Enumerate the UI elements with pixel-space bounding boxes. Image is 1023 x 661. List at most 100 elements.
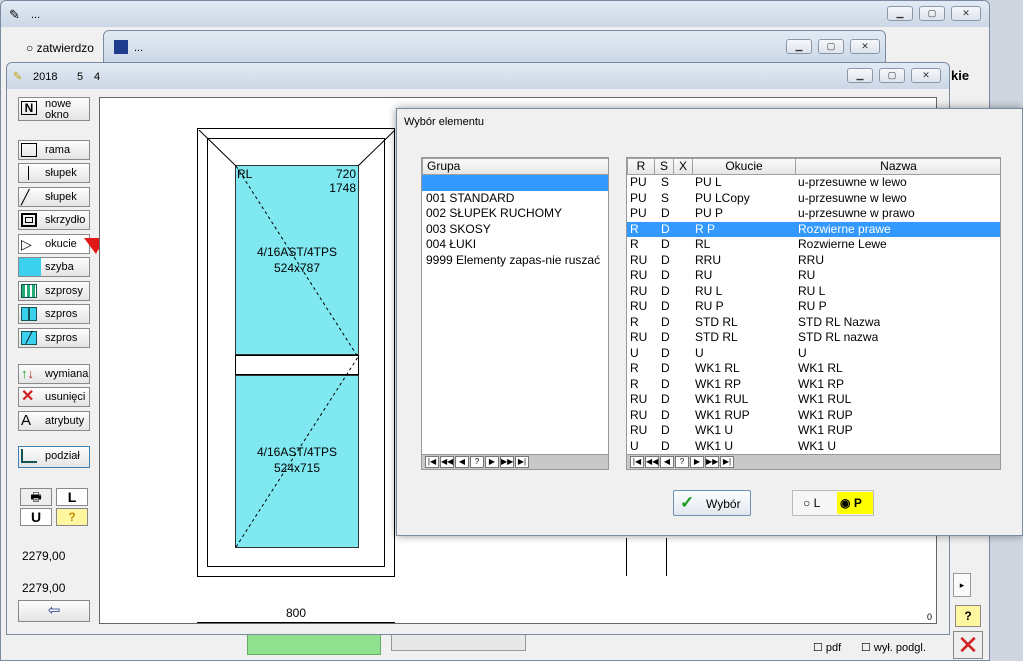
radio-l[interactable]: ○ L: [803, 496, 820, 510]
cell-r: R: [630, 314, 639, 329]
cell-s: D: [661, 345, 670, 360]
col-x-header[interactable]: X: [673, 158, 693, 175]
cell-nazwa: WK1 RUP: [798, 407, 853, 422]
table-row[interactable]: RU D STD RL STD RL nazwa: [627, 330, 1000, 346]
cell-r: PU: [630, 175, 647, 189]
cell-r: PU: [630, 190, 647, 205]
table-row[interactable]: R D WK1 RP WK1 RP: [627, 377, 1000, 393]
checkmark-icon: ✓: [680, 493, 695, 512]
cell-nazwa: RRU: [798, 252, 824, 267]
nav-button[interactable]: ◀◀: [440, 456, 454, 468]
cell-nazwa: WK1 U: [798, 438, 837, 453]
cell-s: D: [661, 392, 670, 406]
table-row[interactable]: RU D RU P RU P: [627, 299, 1000, 315]
nav-button[interactable]: ▶|: [720, 456, 734, 468]
nav-button[interactable]: ▶▶: [500, 456, 514, 468]
cell-r: U: [630, 438, 639, 453]
cell-nazwa: WK1 RL: [798, 361, 843, 375]
element-rows: PU S PU L u-przesuwne w lewo PU S PU LCopy u-pr…: [627, 175, 1000, 455]
table-row[interactable]: RU D RRU RRU: [627, 253, 1000, 269]
wybor-button[interactable]: ✓ Wybór: [673, 490, 751, 516]
element-list[interactable]: R S X Okucie Nazwa PU S PU L u-przesuwne w …: [626, 157, 1001, 470]
nav-button[interactable]: ?: [470, 456, 484, 468]
table-row[interactable]: RU D WK1 U WK1 RUP: [627, 423, 1000, 439]
col-s-header[interactable]: S: [654, 158, 674, 175]
table-row[interactable]: RU D RU L RU L: [627, 284, 1000, 300]
table-row[interactable]: PU S PU LCopy u-przesuwne w lewo: [627, 191, 1000, 207]
table-row[interactable]: U D WK1 U WK1 U: [627, 439, 1000, 455]
nav-button[interactable]: ▶: [690, 456, 704, 468]
dialog-title: Wybór elementu: [404, 116, 484, 128]
wybor-elementu-dialog: Wybór elementu Grupa 001 STANDARD 002 SŁU…: [396, 108, 1023, 536]
cell-nazwa: RU P: [798, 299, 827, 313]
cell-s: D: [661, 252, 670, 267]
cell-s: D: [661, 206, 670, 220]
cell-okucie: R P: [695, 221, 716, 236]
table-row[interactable]: RU D WK1 RUP WK1 RUP: [627, 408, 1000, 424]
radio-p-label: P: [853, 496, 862, 510]
element-nav: |◀ ◀◀ ◀? ▶ ▶▶ ▶|: [627, 454, 1000, 469]
cell-s: S: [661, 190, 670, 205]
table-row[interactable]: UDUU: [627, 346, 1000, 362]
cell-okucie: PU L: [695, 175, 722, 189]
group-row[interactable]: 001 STANDARD: [422, 191, 608, 207]
group-row[interactable]: [422, 175, 608, 191]
cell-nazwa: u-przesuwne w lewo: [798, 190, 907, 205]
cell-okucie: PU P: [695, 206, 724, 220]
nav-button[interactable]: ◀◀: [645, 456, 659, 468]
cell-okucie: RRU: [695, 252, 721, 267]
cell-okucie: STD RL: [695, 314, 738, 329]
group-label: 001 STANDARD: [426, 190, 515, 205]
nav-button[interactable]: ▶▶: [705, 456, 719, 468]
cell-s: D: [661, 299, 670, 313]
nav-button[interactable]: ◀: [455, 456, 469, 468]
radio-p[interactable]: ◉ P: [837, 492, 873, 514]
col-r-header[interactable]: R: [627, 158, 655, 175]
cell-okucie: STD RL: [695, 330, 738, 344]
nav-button[interactable]: ▶: [485, 456, 499, 468]
table-row[interactable]: R D WK1 RL WK1 RL: [627, 361, 1000, 377]
group-label: 9999 Elementy zapas-nie ruszać: [426, 252, 601, 267]
group-rows: 001 STANDARD 002 SŁUPEK RUCHOMY 003 SKOSY 0…: [422, 175, 608, 455]
cell-s: D: [661, 221, 670, 236]
group-row[interactable]: 002 SŁUPEK RUCHOMY: [422, 206, 608, 222]
guide-line-1: [626, 538, 627, 576]
cell-okucie: PU LCopy: [695, 190, 750, 205]
cell-r: RU: [630, 283, 648, 298]
nav-button[interactable]: |◀: [425, 456, 439, 468]
table-row[interactable]: R D R P Rozwierne prawe: [627, 221, 1000, 237]
cell-r: U: [630, 345, 639, 360]
cell-r: RU: [630, 392, 648, 406]
table-row[interactable]: R D RL Rozwierne Lewe: [627, 237, 1000, 253]
col-nazwa-header[interactable]: Nazwa: [795, 158, 1000, 175]
group-header[interactable]: Grupa: [422, 158, 608, 175]
opening-lines: [198, 129, 396, 548]
table-row[interactable]: RU D WK1 RUL WK1 RUL: [627, 392, 1000, 408]
group-label: 004 ŁUKI: [426, 237, 477, 251]
nav-button[interactable]: ◀: [660, 456, 674, 468]
group-nav: |◀ ◀◀ ◀? ▶ ▶▶ ▶|: [422, 454, 608, 469]
cell-s: D: [661, 376, 670, 391]
table-row[interactable]: RU D RU RU: [627, 268, 1000, 284]
col-okucie-header[interactable]: Okucie: [692, 158, 796, 175]
window-frame: RL 720 1748 4/16AST/4TPS 524x787 4/16AST…: [197, 128, 396, 577]
nav-button[interactable]: ?: [675, 456, 689, 468]
group-row[interactable]: 004 ŁUKI: [422, 237, 608, 253]
cell-s: D: [661, 268, 670, 282]
cell-nazwa: STD RL nazwa: [798, 330, 879, 344]
cell-nazwa: Rozwierne prawe: [798, 221, 891, 236]
width-dimension: 800: [286, 606, 307, 620]
cell-okucie: WK1 RUL: [695, 392, 749, 406]
cell-okucie: RU L: [695, 283, 723, 298]
group-row[interactable]: 003 SKOSY: [422, 222, 608, 238]
cell-okucie: WK1 RL: [695, 361, 740, 375]
nav-button[interactable]: ▶|: [515, 456, 529, 468]
group-row[interactable]: 9999 Elementy zapas-nie ruszać: [422, 253, 608, 269]
table-row[interactable]: PU D PU P u-przesuwne w prawo: [627, 206, 1000, 222]
cell-r: RU: [630, 330, 648, 344]
nav-button[interactable]: |◀: [630, 456, 644, 468]
cell-nazwa: RU L: [798, 283, 826, 298]
table-row[interactable]: R D STD RL STD RL Nazwa: [627, 315, 1000, 331]
table-row[interactable]: PU S PU L u-przesuwne w lewo: [627, 175, 1000, 191]
group-list[interactable]: Grupa 001 STANDARD 002 SŁUPEK RUCHOMY 003 …: [421, 157, 609, 470]
